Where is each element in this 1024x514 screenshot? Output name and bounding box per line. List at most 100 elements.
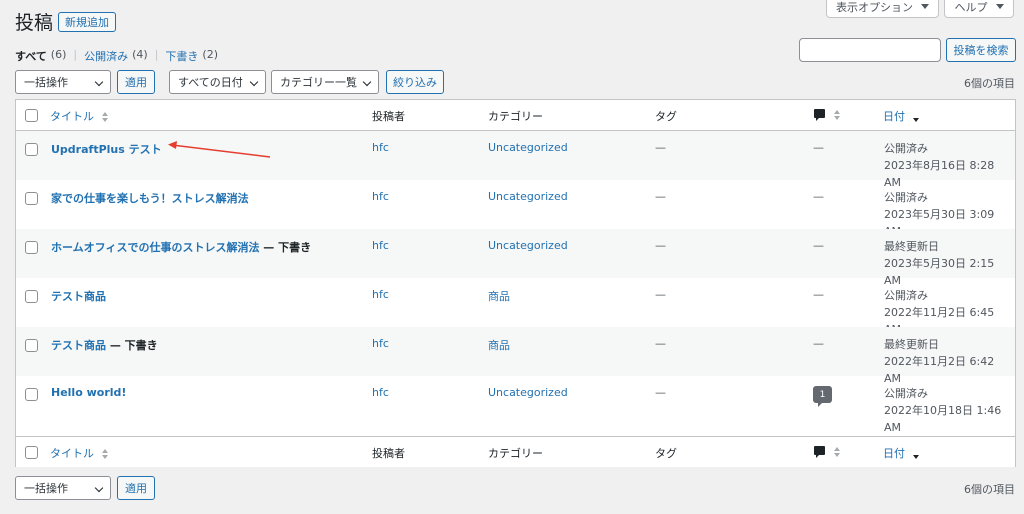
post-title-link[interactable]: Hello world! [51, 386, 126, 399]
post-title-link[interactable]: テスト商品 [51, 290, 106, 303]
column-title-header[interactable]: タイトル [50, 108, 110, 124]
column-date-label: 日付 [883, 110, 905, 123]
table-row: ホームオフィスでの仕事のストレス解消法 — 下書き hfc Uncategori… [16, 229, 1015, 287]
post-title-cell: 家での仕事を楽しもう！ストレス解消法 [51, 190, 249, 206]
screen-options-tab[interactable]: 表示オプション [826, 0, 939, 18]
post-title-cell: ホームオフィスでの仕事のストレス解消法 — 下書き [51, 239, 311, 255]
filter-button[interactable]: 絞り込み [386, 70, 444, 94]
post-tags: — [655, 239, 666, 252]
date-filter-select[interactable]: すべての日付 [169, 70, 266, 94]
view-separator: | [154, 48, 159, 61]
post-status: 最終更新日 [884, 338, 939, 351]
post-title-link[interactable]: テスト商品 [51, 339, 106, 352]
post-tags: — [655, 288, 666, 301]
post-comments: — [813, 190, 824, 203]
column-title-footer[interactable]: タイトル [50, 445, 110, 461]
sort-icon [834, 447, 842, 458]
comment-count-bubble[interactable]: 1 [813, 386, 832, 407]
help-label: ヘルプ [954, 0, 988, 14]
post-category-link[interactable]: Uncategorized [488, 141, 568, 154]
chevron-down-icon [249, 77, 259, 87]
view-all-link[interactable]: すべて [15, 48, 47, 64]
post-status: 公開済み [884, 387, 928, 400]
view-draft-link[interactable]: 下書き [165, 48, 198, 64]
column-tags-footer: タグ [655, 447, 677, 460]
row-checkbox[interactable] [25, 388, 38, 401]
post-title-cell: Hello world! [51, 386, 126, 399]
table-header: タイトル 投稿者 カテゴリー タグ 日付 [16, 100, 1015, 131]
bulk-action-selected: 一括操作 [24, 482, 68, 495]
items-count: 6個の項目 [964, 77, 1015, 90]
post-title-cell: UpdraftPlus テスト [51, 141, 162, 157]
view-draft-count: (2) [202, 48, 219, 61]
table-row: 家での仕事を楽しもう！ストレス解消法 hfc Uncategorized — —… [16, 180, 1015, 238]
row-checkbox[interactable] [25, 143, 38, 156]
post-title-link[interactable]: 家での仕事を楽しもう！ストレス解消法 [51, 192, 249, 205]
apply-button[interactable]: 適用 [117, 70, 155, 94]
posts-table: タイトル 投稿者 カテゴリー タグ 日付 UpdraftPlus テスト hfc… [15, 99, 1016, 467]
bulk-action-selected: 一括操作 [24, 76, 68, 89]
post-category-link[interactable]: Uncategorized [488, 386, 568, 399]
post-author-link[interactable]: hfc [372, 190, 389, 203]
post-category-link[interactable]: Uncategorized [488, 190, 568, 203]
bulk-action-select[interactable]: 一括操作 [15, 70, 111, 94]
row-checkbox[interactable] [25, 290, 38, 303]
view-publish-count: (4) [132, 48, 148, 61]
column-date-header[interactable]: 日付 [883, 108, 921, 124]
column-date-footer[interactable]: 日付 [883, 445, 921, 461]
chevron-down-icon [362, 77, 372, 87]
post-category-link[interactable]: 商品 [488, 288, 510, 304]
column-categories-header: カテゴリー [488, 110, 543, 123]
post-comments: — [813, 141, 824, 154]
post-state: — 下書き [259, 241, 312, 254]
select-all-checkbox[interactable] [25, 109, 38, 122]
comment-icon[interactable] [814, 109, 825, 121]
column-tags-header: タグ [655, 110, 677, 123]
post-category-link[interactable]: 商品 [488, 337, 510, 353]
sort-icon [101, 111, 110, 123]
post-author-link[interactable]: hfc [372, 141, 389, 154]
post-comments: — [813, 337, 824, 350]
search-posts-button[interactable]: 投稿を検索 [946, 38, 1016, 62]
post-category-link[interactable]: Uncategorized [488, 239, 568, 252]
post-author-link[interactable]: hfc [372, 386, 389, 399]
date-filter-selected: すべての日付 [178, 76, 243, 89]
post-status-views: すべて (6) | 公開済み (4) | 下書き (2) [15, 48, 218, 64]
category-filter-selected: カテゴリー一覧 [280, 76, 357, 89]
post-author-link[interactable]: hfc [372, 337, 389, 350]
post-comments: — [813, 239, 824, 252]
sort-desc-icon [912, 449, 921, 460]
bulk-action-select-bottom[interactable]: 一括操作 [15, 476, 111, 500]
caret-down-icon [995, 4, 1004, 9]
select-all-checkbox[interactable] [25, 446, 38, 459]
column-title-label: タイトル [50, 110, 94, 123]
add-new-button[interactable]: 新規追加 [58, 12, 116, 32]
post-author-link[interactable]: hfc [372, 288, 389, 301]
caret-down-icon [921, 4, 929, 9]
view-separator: | [73, 48, 78, 61]
view-publish-link[interactable]: 公開済み [84, 48, 128, 64]
page-title: 投稿 [15, 12, 54, 34]
column-categories-footer: カテゴリー [488, 447, 543, 460]
search-input[interactable] [799, 38, 941, 62]
category-filter-select[interactable]: カテゴリー一覧 [271, 70, 379, 94]
row-checkbox[interactable] [25, 241, 38, 254]
post-tags: — [655, 141, 666, 154]
help-tab[interactable]: ヘルプ [944, 0, 1014, 18]
table-row: Hello world! hfc Uncategorized — 1 公開済み … [16, 376, 1015, 436]
view-all-count: (6) [50, 48, 67, 61]
column-author-footer: 投稿者 [372, 447, 405, 460]
column-author-header: 投稿者 [372, 110, 405, 123]
comment-icon[interactable] [814, 446, 825, 458]
table-row: UpdraftPlus テスト hfc Uncategorized — — 公開… [16, 131, 1015, 189]
post-state: — 下書き [106, 339, 158, 352]
post-author-link[interactable]: hfc [372, 239, 389, 252]
post-title-link[interactable]: ホームオフィスでの仕事のストレス解消法 [51, 241, 259, 254]
row-checkbox[interactable] [25, 192, 38, 205]
post-tags: — [655, 190, 666, 203]
row-checkbox[interactable] [25, 339, 38, 352]
column-title-label: タイトル [50, 447, 94, 460]
apply-button-bottom[interactable]: 適用 [117, 476, 155, 500]
post-title-link[interactable]: UpdraftPlus テスト [51, 143, 162, 156]
chevron-down-icon [94, 483, 104, 493]
